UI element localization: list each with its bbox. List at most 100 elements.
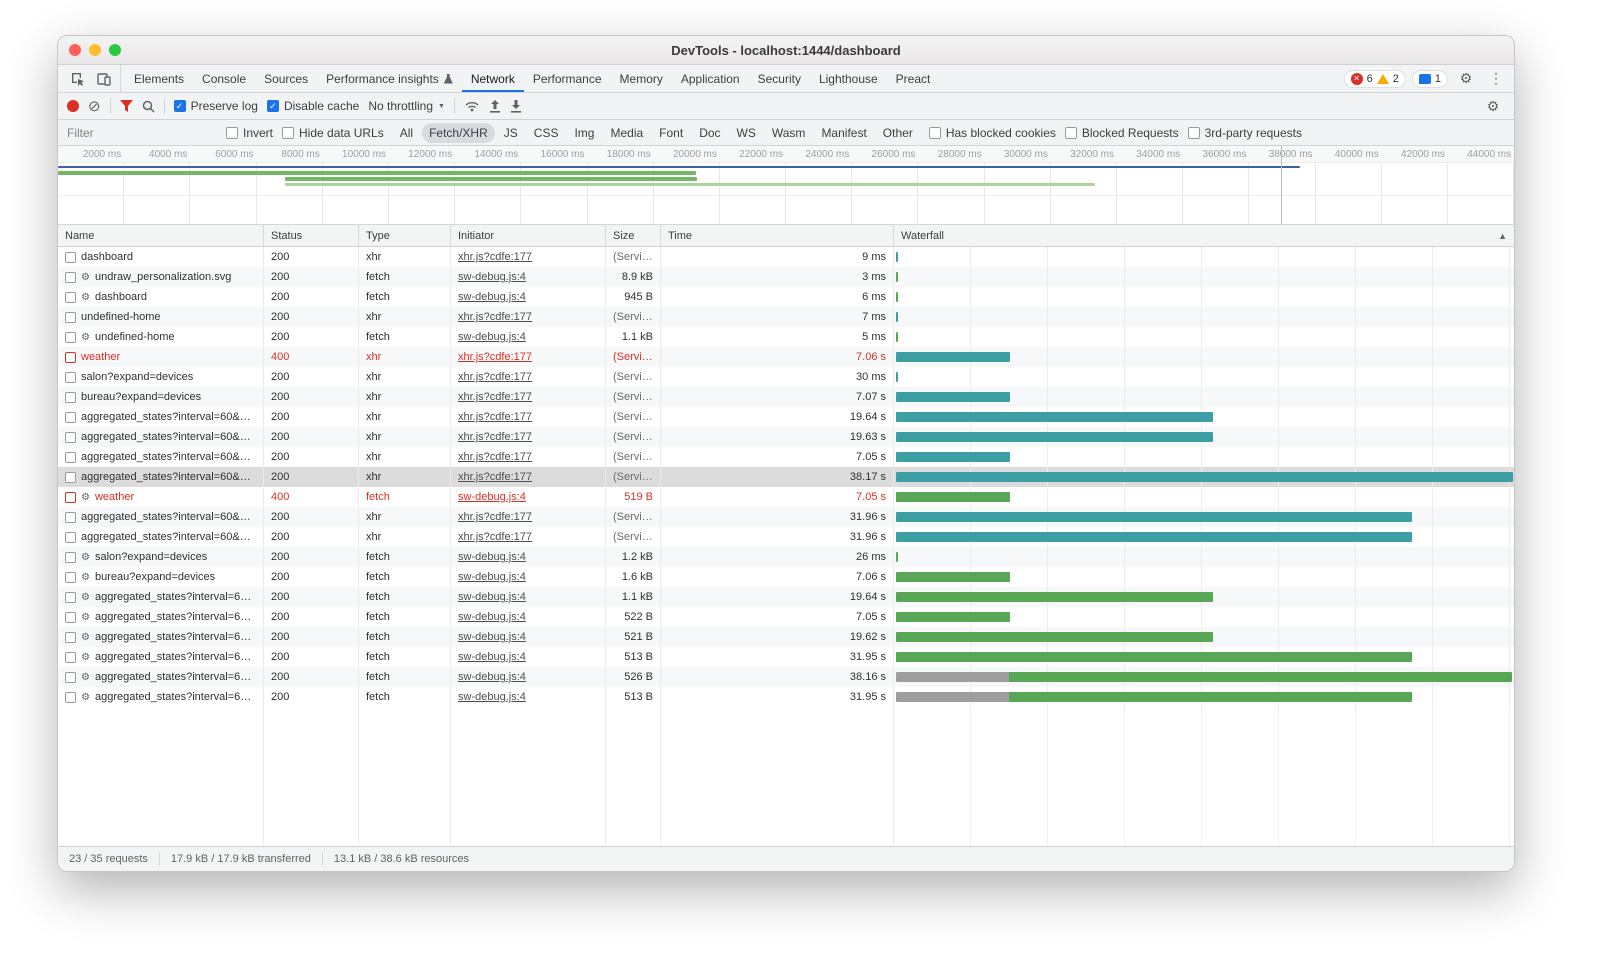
row-checkbox[interactable] <box>65 612 76 623</box>
initiator-link[interactable]: xhr.js?cdfe:177 <box>458 471 532 483</box>
tab-security[interactable]: Security <box>749 65 810 92</box>
table-row[interactable]: ⚙ salon?expand=devices 200 xhr xhr.js?cd… <box>58 367 1514 387</box>
throttling-select[interactable]: No throttling ▼ <box>368 99 445 113</box>
initiator-link[interactable]: xhr.js?cdfe:177 <box>458 411 532 423</box>
table-row[interactable]: ⚙ aggregated_states?interval=60&… 200 xh… <box>58 407 1514 427</box>
column-header-type[interactable]: Type <box>359 225 451 246</box>
column-header-size[interactable]: Size <box>606 225 661 246</box>
initiator-link[interactable]: sw-debug.js:4 <box>458 331 526 343</box>
initiator-link[interactable]: xhr.js?cdfe:177 <box>458 451 532 463</box>
filter-pill-js[interactable]: JS <box>497 123 525 143</box>
console-errors-badge[interactable]: ✕ 6 2 <box>1344 70 1406 88</box>
table-row[interactable]: ⚙ undefined-home 200 fetch sw-debug.js:4… <box>58 327 1514 347</box>
tab-performance-insights[interactable]: Performance insights <box>317 65 462 92</box>
initiator-link[interactable]: sw-debug.js:4 <box>458 291 526 303</box>
tab-elements[interactable]: Elements <box>125 65 193 92</box>
row-checkbox[interactable] <box>65 672 76 683</box>
filter-pill-css[interactable]: CSS <box>527 123 566 143</box>
table-row[interactable]: ⚙ undraw_personalization.svg 200 fetch s… <box>58 267 1514 287</box>
table-row[interactable]: ⚙ bureau?expand=devices 200 fetch sw-deb… <box>58 567 1514 587</box>
more-menu-icon[interactable]: ⋮ <box>1484 68 1508 90</box>
table-row[interactable]: ⚙ weather 400 fetch sw-debug.js:4 519 B … <box>58 487 1514 507</box>
table-row[interactable]: ⚙ aggregated_states?interval=60&… 200 xh… <box>58 447 1514 467</box>
table-row[interactable]: ⚙ aggregated_states?interval=6… 200 fetc… <box>58 687 1514 707</box>
initiator-link[interactable]: xhr.js?cdfe:177 <box>458 311 532 323</box>
initiator-link[interactable]: xhr.js?cdfe:177 <box>458 431 532 443</box>
minimize-button[interactable] <box>89 44 101 56</box>
initiator-link[interactable]: xhr.js?cdfe:177 <box>458 511 532 523</box>
filter-pill-ws[interactable]: WS <box>730 123 763 143</box>
row-checkbox[interactable] <box>65 412 76 423</box>
table-row[interactable]: ⚙ aggregated_states?interval=6… 200 fetc… <box>58 587 1514 607</box>
tab-sources[interactable]: Sources <box>255 65 317 92</box>
row-checkbox[interactable] <box>65 452 76 463</box>
tab-console[interactable]: Console <box>193 65 255 92</box>
devtools-settings-gear-icon[interactable]: ⚙ <box>1454 68 1478 90</box>
table-row[interactable]: ⚙ aggregated_states?interval=60&… 200 xh… <box>58 507 1514 527</box>
row-checkbox[interactable] <box>65 692 76 703</box>
column-header-waterfall[interactable]: Waterfall ▲ <box>894 225 1514 246</box>
tab-performance[interactable]: Performance <box>524 65 611 92</box>
row-checkbox[interactable] <box>65 372 76 383</box>
table-row[interactable]: ⚙ dashboard 200 fetch sw-debug.js:4 945 … <box>58 287 1514 307</box>
filter-pill-doc[interactable]: Doc <box>692 123 727 143</box>
table-row[interactable]: ⚙ undefined-home 200 xhr xhr.js?cdfe:177… <box>58 307 1514 327</box>
filter-pill-fetch-xhr[interactable]: Fetch/XHR <box>422 123 495 143</box>
zoom-button[interactable] <box>109 44 121 56</box>
row-checkbox[interactable] <box>65 472 76 483</box>
sort-ascending-icon[interactable]: ▲ <box>1498 231 1507 241</box>
network-conditions-icon[interactable] <box>464 100 480 112</box>
initiator-link[interactable]: sw-debug.js:4 <box>458 271 526 283</box>
row-checkbox[interactable] <box>65 272 76 283</box>
row-checkbox[interactable] <box>65 652 76 663</box>
row-checkbox[interactable] <box>65 592 76 603</box>
table-row[interactable]: ⚙ aggregated_states?interval=60&… 200 xh… <box>58 427 1514 447</box>
initiator-link[interactable]: sw-debug.js:4 <box>458 491 526 503</box>
initiator-link[interactable]: xhr.js?cdfe:177 <box>458 531 532 543</box>
row-checkbox[interactable] <box>65 512 76 523</box>
initiator-link[interactable]: sw-debug.js:4 <box>458 611 526 623</box>
overview-pane-divider[interactable] <box>1281 146 1282 224</box>
tab-network[interactable]: Network <box>462 65 524 92</box>
network-overview[interactable]: 2000 ms4000 ms6000 ms8000 ms10000 ms1200… <box>58 146 1514 225</box>
table-row[interactable]: ⚙ dashboard 200 xhr xhr.js?cdfe:177 (Ser… <box>58 247 1514 267</box>
column-header-name[interactable]: Name <box>58 225 264 246</box>
tab-lighthouse[interactable]: Lighthouse <box>810 65 887 92</box>
row-checkbox[interactable] <box>65 572 76 583</box>
filter-pill-media[interactable]: Media <box>603 123 650 143</box>
table-row[interactable]: ⚙ aggregated_states?interval=6… 200 fetc… <box>58 667 1514 687</box>
table-row[interactable]: ⚙ aggregated_states?interval=6… 200 fetc… <box>58 607 1514 627</box>
export-har-icon[interactable] <box>510 100 522 113</box>
initiator-link[interactable]: sw-debug.js:4 <box>458 651 526 663</box>
network-settings-gear-icon[interactable]: ⚙ <box>1481 95 1505 117</box>
table-row[interactable]: ⚙ aggregated_states?interval=60&… 200 xh… <box>58 527 1514 547</box>
has-blocked-cookies-checkbox[interactable]: Has blocked cookies <box>929 126 1056 140</box>
column-header-status[interactable]: Status <box>264 225 359 246</box>
table-row[interactable]: ⚙ bureau?expand=devices 200 xhr xhr.js?c… <box>58 387 1514 407</box>
filter-pill-other[interactable]: Other <box>876 123 920 143</box>
row-checkbox[interactable] <box>65 352 76 363</box>
initiator-link[interactable]: xhr.js?cdfe:177 <box>458 351 532 363</box>
row-checkbox[interactable] <box>65 532 76 543</box>
column-header-initiator[interactable]: Initiator <box>451 225 606 246</box>
initiator-link[interactable]: sw-debug.js:4 <box>458 571 526 583</box>
table-row[interactable]: ⚙ weather 400 xhr xhr.js?cdfe:177 (Servi… <box>58 347 1514 367</box>
row-checkbox[interactable] <box>65 492 76 503</box>
import-har-icon[interactable] <box>489 100 501 113</box>
filter-funnel-icon[interactable] <box>120 100 133 112</box>
column-header-time[interactable]: Time <box>661 225 894 246</box>
tab-application[interactable]: Application <box>672 65 749 92</box>
device-toolbar-icon[interactable] <box>92 68 116 90</box>
row-checkbox[interactable] <box>65 392 76 403</box>
initiator-link[interactable]: xhr.js?cdfe:177 <box>458 371 532 383</box>
row-checkbox[interactable] <box>65 332 76 343</box>
issues-badge[interactable]: 1 <box>1412 70 1448 88</box>
table-row[interactable]: ⚙ salon?expand=devices 200 fetch sw-debu… <box>58 547 1514 567</box>
close-button[interactable] <box>69 44 81 56</box>
initiator-link[interactable]: xhr.js?cdfe:177 <box>458 251 532 263</box>
filter-pill-font[interactable]: Font <box>652 123 690 143</box>
initiator-link[interactable]: xhr.js?cdfe:177 <box>458 391 532 403</box>
hide-data-urls-checkbox[interactable]: Hide data URLs <box>282 126 384 140</box>
tab-preact[interactable]: Preact <box>887 65 940 92</box>
clear-network-log-icon[interactable]: ⊘ <box>88 99 101 114</box>
